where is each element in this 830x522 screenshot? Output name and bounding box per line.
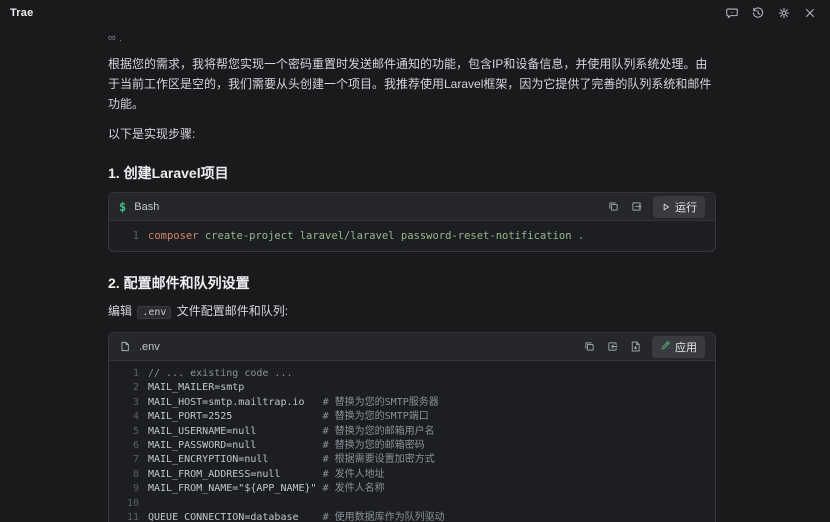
line-number: 4 (132, 411, 139, 423)
code-line: 5 MAIL_USERNAME=null # 替换为您的邮箱用户名 (109, 425, 715, 439)
line-content: MAIL_ENCRYPTION=null # 根据需要设置加密方式 (148, 454, 435, 466)
topbar-icons (722, 3, 820, 23)
line-content: MAIL_PASSWORD=null # 替换为您的邮箱密码 (148, 440, 425, 452)
code-line: 11 QUEUE_CONNECTION=database # 使用数据库作为队列驱… (109, 511, 715, 522)
chat-content: ∞ . 根据您的需求，我将帮您实现一个密码重置时发送邮件通知的功能，包含IP和设… (108, 32, 716, 522)
edit-env-instruction: 编辑 .env 文件配置邮件和队列: (108, 302, 716, 322)
code-line: 2 MAIL_MAILER=smtp (109, 381, 715, 395)
section-heading-1: 1. 创建Laravel项目 (108, 165, 229, 181)
code-line: 9 MAIL_FROM_NAME="${APP_NAME}" # 发件人名称 (109, 482, 715, 496)
code-line: 10 (109, 497, 715, 511)
env-code-block: .env 应用 1 // ... existing code ... 2 MAI… (108, 332, 716, 522)
code-line: 1 composer create-project laravel/laravel… (109, 228, 715, 244)
line-number: 3 (132, 396, 139, 408)
code-line: 3 MAIL_HOST=smtp.mailtrap.io # 替换为您的SMTP服… (109, 396, 715, 410)
line-content: QUEUE_CONNECTION=database # 使用数据库作为队列驱动 (148, 512, 445, 522)
code-line: 8 MAIL_FROM_ADDRESS=null # 发件人地址 (109, 468, 715, 482)
code-line: 1 // ... existing code ... (109, 367, 715, 381)
new-file-icon[interactable] (629, 340, 642, 353)
run-button[interactable]: 运行 (653, 195, 705, 218)
line-content: MAIL_USERNAME=null # 替换为您的邮箱用户名 (148, 425, 435, 437)
app-title: Trae (10, 7, 34, 19)
settings-icon[interactable] (774, 3, 794, 23)
bash-code-body: 1 composer create-project laravel/laravel… (109, 221, 715, 251)
line-content (148, 497, 154, 511)
insert-into-terminal-icon[interactable] (630, 200, 643, 213)
edit-suffix: 文件配置邮件和队列: (176, 304, 289, 318)
line-content: MAIL_HOST=smtp.mailtrap.io # 替换为您的SMTP服务… (148, 396, 439, 408)
edit-prefix: 编辑 (108, 304, 133, 318)
apply-button-label: 应用 (675, 341, 697, 354)
topbar: Trae (0, 0, 830, 26)
bash-code-block-header: $ Bash 运行 (109, 193, 715, 221)
line-number: 9 (132, 483, 139, 495)
line-content: MAIL_FROM_ADDRESS=null # 发件人地址 (148, 468, 385, 480)
message-fragment: ∞ . (108, 32, 122, 44)
copy-icon[interactable] (607, 200, 620, 213)
line-number: 7 (132, 454, 139, 466)
assistant-message-intro: 根据您的需求，我将帮您实现一个密码重置时发送邮件通知的功能，包含IP和设备信息，… (108, 57, 712, 111)
apply-pencil-icon (660, 340, 671, 354)
code-line: 4 MAIL_PORT=2525 # 替换为您的SMTP端口 (109, 410, 715, 424)
code-filename-label: .env (139, 340, 160, 353)
play-icon (663, 203, 669, 210)
line-number: 2 (132, 382, 139, 394)
line-number: 11 (126, 512, 139, 522)
bash-code-block: $ Bash 运行 1 composer create-project lara… (108, 192, 716, 252)
env-code-body: 1 // ... existing code ... 2 MAIL_MAILER=sm… (109, 361, 715, 522)
insert-into-editor-icon[interactable] (606, 340, 619, 353)
copy-icon[interactable] (583, 340, 596, 353)
line-content: MAIL_PORT=2525 # 替换为您的SMTP端口 (148, 411, 429, 423)
history-icon[interactable] (748, 3, 768, 23)
inline-code-env: .env (137, 306, 172, 319)
shell-prompt-icon: $ (119, 199, 127, 214)
code-line: 6 MAIL_PASSWORD=null # 替换为您的邮箱密码 (109, 439, 715, 453)
env-code-block-header: .env 应用 (109, 333, 715, 361)
run-button-label: 运行 (675, 201, 697, 214)
line-number: 1 (132, 230, 139, 242)
line-number: 6 (132, 440, 139, 452)
steps-intro: 以下是实现步骤: (108, 127, 196, 141)
line-number: 5 (132, 425, 139, 437)
apply-button[interactable]: 应用 (652, 335, 705, 358)
section-heading-2: 2. 配置邮件和队列设置 (108, 275, 250, 291)
line-number: 8 (132, 468, 139, 480)
line-content: composer create-project laravel/laravel … (148, 230, 585, 242)
code-line: 7 MAIL_ENCRYPTION=null # 根据需要设置加密方式 (109, 453, 715, 467)
chat-icon[interactable] (722, 3, 742, 23)
close-icon[interactable] (800, 3, 820, 23)
line-number: 1 (132, 368, 139, 379)
file-icon (119, 340, 131, 353)
code-language-label: Bash (134, 200, 160, 213)
line-number: 10 (126, 497, 139, 509)
line-content: MAIL_FROM_NAME="${APP_NAME}" # 发件人名称 (148, 483, 385, 495)
line-content: // ... existing code ... (148, 368, 293, 379)
line-content: MAIL_MAILER=smtp (148, 382, 245, 394)
